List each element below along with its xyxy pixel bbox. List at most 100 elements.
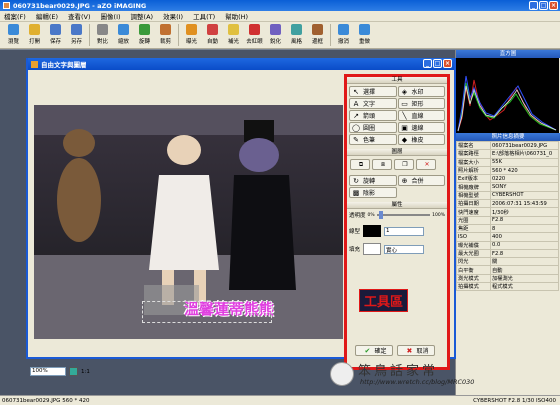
menu-tools[interactable]: 工具(T) (193, 11, 215, 21)
rotate-layer-button[interactable]: ↻ 旋轉 (349, 175, 397, 186)
exif-cell: 閃光 (456, 257, 491, 267)
toolbar-button-0[interactable]: 瀏覽 (3, 22, 24, 48)
exif-cell: 0.0 (490, 240, 559, 250)
opacity-slider-handle[interactable] (378, 211, 383, 219)
toolbar-button-5[interactable]: 縮放 (113, 22, 134, 48)
exif-row: 閃光關 (456, 257, 559, 267)
zoom-ratio[interactable]: 1:1 (81, 369, 90, 375)
toolbar-button-3[interactable]: 另存 (66, 22, 87, 48)
exif-cell: 測光模式 (456, 273, 491, 284)
dialog-minimize-button[interactable]: _ (423, 59, 432, 68)
delete-icon[interactable]: ✕ (416, 159, 436, 170)
tool-icon: ◆ (401, 135, 408, 144)
shadow-button[interactable]: ▩ 陰影 (349, 187, 397, 198)
toolbar-button-15[interactable]: 撤消 (333, 22, 354, 48)
toolbar-button-12[interactable]: 銳化 (265, 22, 286, 48)
red-eye-icon (249, 24, 260, 35)
menubar: 檔案(F) 編輯(E) 查看(V) 圖像(I) 調整(A) 效果(I) 工具(T… (0, 11, 560, 22)
exif-row: 曝光補償 0.0 (456, 240, 559, 250)
toolbar-button-1[interactable]: 打開 (24, 22, 45, 48)
toolbar-button-14[interactable]: 邊框 (307, 22, 328, 48)
tool-label: 邊線 (411, 125, 424, 132)
tool-label: 箭頭 (363, 113, 376, 120)
merge-button[interactable]: ⊕ 合併 (397, 175, 445, 186)
tool-label: 直線 (411, 113, 424, 120)
zoom-icon (118, 24, 129, 35)
exif-cell: F2.8 (490, 248, 559, 259)
tool-button[interactable]: ◆ 橡皮 (397, 134, 445, 145)
dialog-maximize-button[interactable]: □ (433, 59, 442, 68)
toolbar-button-9[interactable]: 自動 (202, 22, 223, 48)
fit-icon[interactable] (69, 367, 78, 376)
exif-row: 檔案路徑 E:\部落格相片\060731_0 (456, 149, 559, 159)
close-button[interactable]: × (549, 1, 558, 10)
exif-cell: 拍攝日期 (456, 199, 491, 209)
toolbar-button-2[interactable]: 保存 (45, 22, 66, 48)
toolbar-button-7[interactable]: 裁剪 (155, 22, 176, 48)
exif-row: 照片解析 560 * 420 (456, 165, 559, 176)
menu-image[interactable]: 圖像(I) (101, 11, 121, 21)
tool-button[interactable]: ▭ 矩形 (397, 98, 445, 109)
caption-selection-box[interactable] (142, 301, 272, 323)
toolbar-button-6[interactable]: 旋轉 (134, 22, 155, 48)
watermark-title: 笨鳥話家常 (358, 364, 439, 379)
toolbar-button-13[interactable]: 風格 (286, 22, 307, 48)
toolbar-button-11[interactable]: 去紅眼 (244, 22, 265, 48)
exif-cell: 0220 (490, 174, 559, 184)
fill-style-select[interactable]: 實心 (384, 244, 425, 254)
menu-view[interactable]: 查看(V) (68, 11, 91, 21)
tool-button[interactable]: ✎ 色筆 (349, 134, 397, 145)
menu-edit[interactable]: 編輯(E) (36, 11, 58, 21)
watermark-url: http://www.wretch.cc/blog/MRC030 (360, 378, 475, 386)
exif-row: 檔案大小 55K (456, 157, 559, 167)
photo-canvas[interactable]: 溫馨蓮蒂熊熊 (34, 105, 343, 339)
tool-button[interactable]: ↗ 箭頭 (349, 110, 397, 121)
menu-adjust[interactable]: 調整(A) (131, 11, 154, 21)
exif-cell: 最大光圈 (456, 248, 491, 259)
menu-help[interactable]: 幫助(H) (225, 11, 248, 21)
toolbar-button-4[interactable]: 對比 (92, 22, 113, 48)
properties: 透明度 0% 100% 線型 1 填充 實心 (347, 209, 447, 257)
tool-button[interactable]: ▣ 邊線 (397, 122, 445, 133)
toolbar-label: 旋轉 (138, 39, 150, 45)
zoom-select[interactable]: 100% (30, 367, 66, 376)
tool-label: 矩形 (411, 101, 424, 108)
statusbar: 060731bear0029.JPG 560 * 420 CYBERSHOT F… (0, 395, 560, 405)
frame-icon (312, 24, 323, 35)
save-as-icon (71, 24, 82, 35)
maximize-button[interactable]: □ (539, 1, 548, 10)
exif-cell: 拍攝模式 (456, 282, 491, 292)
dialog-close-button[interactable]: × (443, 59, 452, 68)
tools-group-title: 工具 (347, 77, 447, 84)
toolbar-button-10[interactable]: 補光 (223, 22, 244, 48)
watermark: 笨鳥話家常 http://www.wretch.cc/blog/MRC030 (330, 360, 555, 396)
minimize-button[interactable]: _ (529, 1, 538, 10)
cancel-button[interactable]: ✖ 取消 (397, 345, 435, 356)
tool-button[interactable]: ◯ 圓圈 (349, 122, 397, 133)
exif-cell: 檔案路徑 (456, 149, 491, 159)
layer-copy-icon[interactable]: ❐ (394, 159, 414, 170)
menu-effects[interactable]: 效果(I) (163, 11, 183, 21)
exif-row: 拍攝模式 程式模式 (456, 282, 559, 292)
opacity-min: 0% (367, 212, 375, 218)
line-color-swatch[interactable] (363, 225, 382, 237)
tool-button[interactable]: ╲ 直線 (397, 110, 445, 121)
tool-button[interactable]: ↖ 選擇 (349, 86, 397, 97)
exif-row: 焦距 8 (456, 223, 559, 234)
layer-down-icon[interactable]: ⧈ (372, 159, 392, 170)
tool-button[interactable]: ◈ 水印 (397, 86, 445, 97)
fill-color-swatch[interactable] (363, 243, 382, 255)
tool-icon: ◯ (352, 123, 360, 132)
layer-up-icon[interactable]: ⧉ (350, 159, 370, 170)
opacity-slider[interactable] (376, 211, 431, 219)
exif-row: 白平衡 自動 (456, 265, 559, 275)
toolbar-button-8[interactable]: 曝光 (181, 22, 202, 48)
menu-file[interactable]: 檔案(F) (4, 11, 26, 21)
tool-button[interactable]: A 文字 (349, 98, 397, 109)
line-width-input[interactable]: 1 (384, 226, 425, 236)
tool-panel: 工具 ↖ 選擇 ◈ 水印 A 文字 ▭ 矩形 ↗ 箭頭 ╲ 直線 ◯ 圓圈 ▣ 邊線 ✎ 色筆 ◆ 橡皮 圖層 ⧉ ⧈… (344, 74, 450, 370)
rotate-icon (139, 24, 150, 35)
ok-button[interactable]: ✔ 確定 (355, 345, 393, 356)
toolbar-button-16[interactable]: 重做 (354, 22, 375, 48)
exposure-icon (186, 24, 197, 35)
